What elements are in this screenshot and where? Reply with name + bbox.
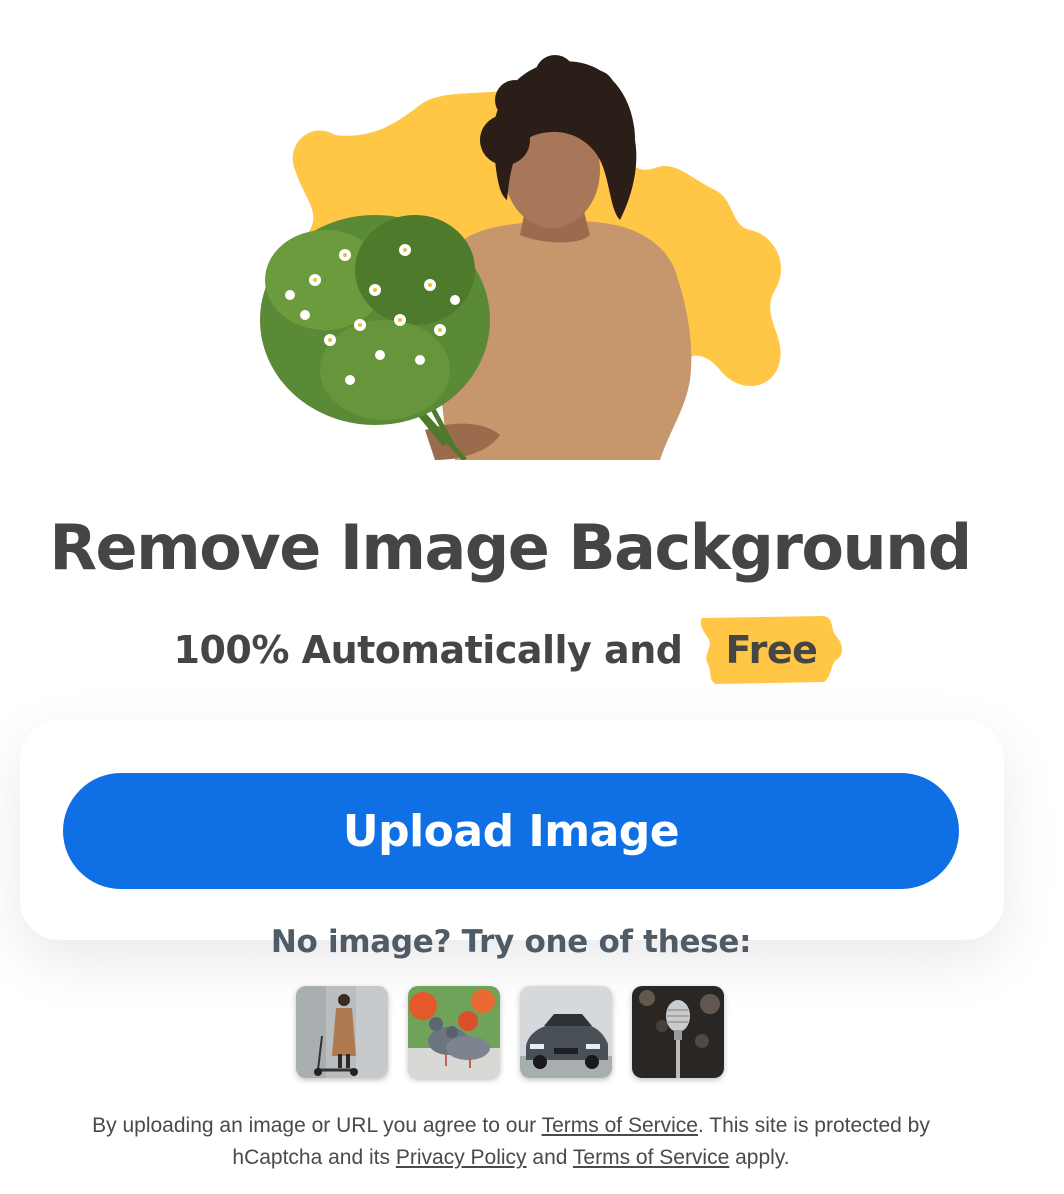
terms-of-service-link-2[interactable]: Terms of Service [573, 1146, 729, 1169]
car-thumbnail[interactable] [520, 986, 612, 1078]
legal-text-4: apply. [735, 1146, 790, 1169]
microphone-thumbnail[interactable] [632, 986, 724, 1078]
privacy-policy-link[interactable]: Privacy Policy [396, 1146, 527, 1169]
terms-of-service-link[interactable]: Terms of Service [542, 1114, 698, 1137]
woman-with-scooter-thumbnail[interactable] [296, 986, 388, 1078]
pigeons-thumbnail[interactable] [408, 986, 500, 1078]
free-label: Free [725, 628, 818, 672]
sample-images [296, 986, 724, 1078]
hero-image [215, 50, 795, 460]
legal-text-1: By uploading an image or URL you agree t… [92, 1114, 537, 1137]
sample-images-label: No image? Try one of these: [270, 924, 752, 960]
legal-text-3: and [532, 1146, 568, 1169]
upload-image-button[interactable]: Upload Image [63, 773, 959, 889]
legal-notice: By uploading an image or URL you agree t… [60, 1110, 962, 1174]
subtitle: 100% Automatically and [173, 628, 683, 672]
page-title: Remove Image Background [49, 511, 972, 584]
free-highlight: Free [696, 614, 846, 686]
subtitle-row: 100% Automatically and Free [0, 612, 1020, 688]
